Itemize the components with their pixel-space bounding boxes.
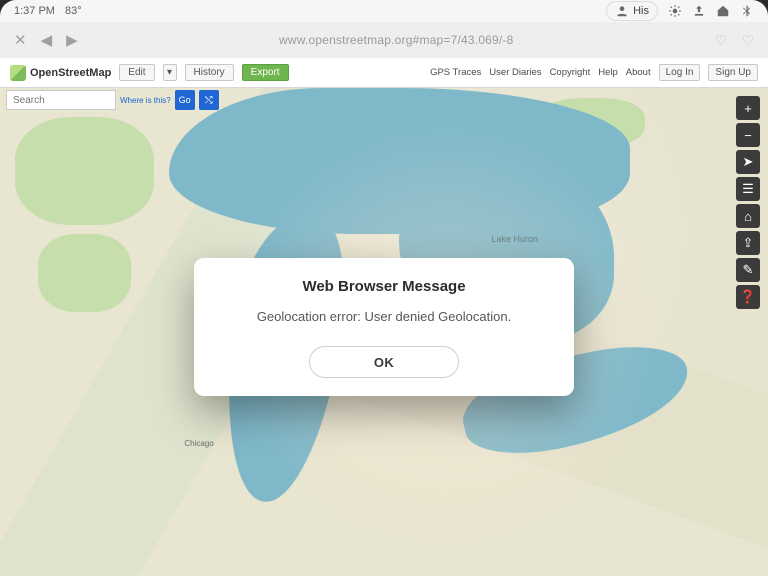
close-icon[interactable]: ✕ [14, 31, 27, 49]
alert-dialog: Web Browser Message Geolocation error: U… [194, 258, 574, 396]
share-icon: ⇪ [743, 235, 754, 251]
note-icon: ✎ [743, 262, 754, 278]
layers-icon: ☰ [742, 181, 754, 197]
osm-logo-icon [10, 65, 26, 81]
back-icon[interactable]: ◀ [41, 31, 53, 49]
url-text[interactable]: www.openstreetmap.org#map=7/43.069/-8 [92, 33, 701, 47]
person-icon [615, 4, 629, 18]
note-button[interactable]: ✎ [736, 258, 760, 282]
edit-dropdown[interactable]: ▾ [163, 64, 177, 81]
zoom-in-button[interactable]: + [736, 96, 760, 120]
profile-pill[interactable]: His [606, 1, 658, 21]
map-tools: + − ➤ ☰ ⌂ ⇪ ✎ ❓ [736, 96, 760, 309]
status-temp: 83° [65, 5, 82, 17]
signup-button[interactable]: Sign Up [708, 64, 758, 81]
map-greenery [38, 234, 130, 312]
login-button[interactable]: Log In [659, 64, 701, 81]
search-row: Where is this? Go ⤭ [0, 88, 225, 112]
query-button[interactable]: ❓ [736, 285, 760, 309]
where-is-this-link[interactable]: Where is this? [120, 96, 171, 105]
profile-label: His [633, 5, 649, 17]
locate-button[interactable]: ➤ [736, 150, 760, 174]
go-button[interactable]: Go [175, 90, 195, 110]
share-button[interactable]: ⇪ [736, 231, 760, 255]
query-icon: ❓ [740, 289, 756, 305]
zoom-out-button[interactable]: − [736, 123, 760, 147]
browser-nav-bar: ✕ ◀ ▶ www.openstreetmap.org#map=7/43.069… [0, 22, 768, 58]
lake-label-huron: Lake Huron [492, 234, 539, 244]
key-icon: ⌂ [744, 209, 752, 224]
search-input[interactable] [6, 90, 116, 110]
osm-brand: OpenStreetMap [30, 67, 111, 79]
directions-button[interactable]: ⤭ [199, 90, 219, 110]
locate-icon: ➤ [743, 154, 754, 170]
sun-icon[interactable] [668, 4, 682, 18]
about-link[interactable]: About [626, 67, 651, 78]
dialog-title: Web Browser Message [216, 278, 552, 295]
ok-button[interactable]: OK [309, 346, 459, 378]
map-greenery [15, 117, 153, 224]
directions-icon: ⤭ [205, 95, 213, 106]
dialog-body: Geolocation error: User denied Geolocati… [216, 309, 552, 324]
edit-button[interactable]: Edit [119, 64, 154, 81]
export-button[interactable]: Export [242, 64, 289, 81]
gps-traces-link[interactable]: GPS Traces [430, 67, 481, 78]
forward-icon[interactable]: ▶ [66, 31, 78, 49]
favorite-icon-2[interactable]: ♡ [741, 32, 754, 49]
upload-icon[interactable] [692, 4, 706, 18]
layers-button[interactable]: ☰ [736, 177, 760, 201]
city-label-chicago: Chicago [184, 439, 213, 448]
osm-topbar: OpenStreetMap Edit ▾ History Export GPS … [0, 58, 768, 88]
status-time: 1:37 PM [14, 5, 55, 17]
copyright-link[interactable]: Copyright [550, 67, 591, 78]
bluetooth-icon[interactable] [740, 4, 754, 18]
user-diaries-link[interactable]: User Diaries [489, 67, 541, 78]
key-button[interactable]: ⌂ [736, 204, 760, 228]
help-link[interactable]: Help [598, 67, 618, 78]
home-icon[interactable] [716, 4, 730, 18]
osm-logo[interactable]: OpenStreetMap [10, 65, 111, 81]
favorite-icon[interactable]: ♡ [715, 32, 728, 49]
car-status-bar: 1:37 PM 83° His [0, 0, 768, 22]
history-button[interactable]: History [185, 64, 234, 81]
